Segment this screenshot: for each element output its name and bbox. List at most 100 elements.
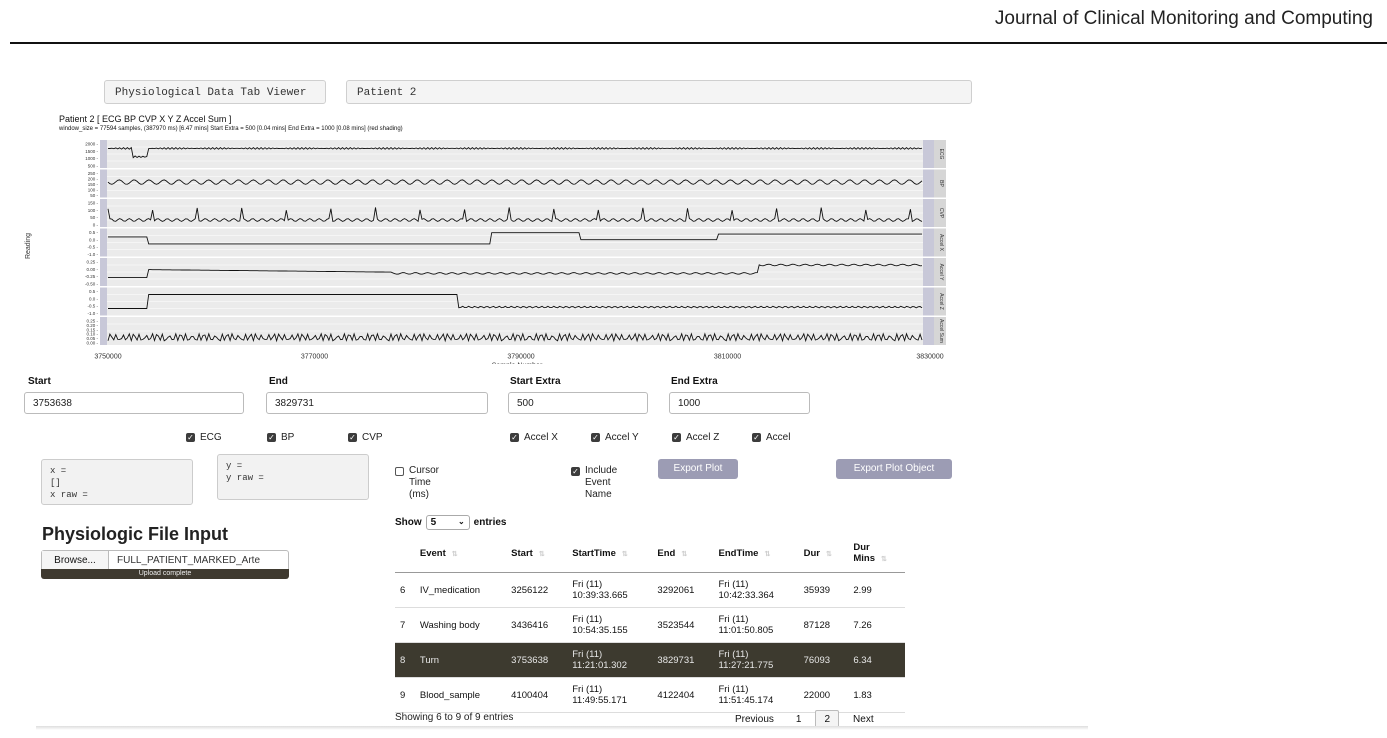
checkbox-ecg[interactable]: ✓ ECG [186,432,222,443]
checkbox-label: CVP [362,432,383,443]
file-input-heading: Physiologic File Input [42,524,229,544]
table-cell: Turn [414,642,507,678]
check-icon: ✓ [591,433,600,442]
panel-shadow [36,726,1088,730]
end-extra-shading [923,287,934,316]
table-cell: Fri (11) 11:21:01.302 [567,642,653,678]
export-plot-button[interactable]: Export Plot [658,459,738,479]
column-header[interactable]: Dur Mins ⇅ [848,534,905,573]
include-event-name-checkbox[interactable]: ✓ Include Event Name [571,465,617,501]
start-extra-shading [100,199,107,227]
y-tick-label: 2000 - [85,142,98,147]
start-extra-shading [100,258,107,286]
table-cell: 2.99 [848,572,905,608]
end-extra-shading [923,228,934,257]
app-window: Physiological Data Tab Viewer Patient 2 … [0,74,1088,738]
checkbox-accel-sum[interactable]: ✓ Accel [752,432,790,443]
table-cell: Fri (11) 10:42:33.364 [713,572,799,608]
file-name: FULL_PATIENT_MARKED_Arte [117,555,261,566]
column-header[interactable]: StartTime ⇅ [567,534,653,573]
sort-icon: ⇅ [880,556,887,563]
y-axis-label: Reading [25,233,32,259]
viewer-title-tab[interactable]: Physiological Data Tab Viewer [104,80,326,104]
y-tick-label: 0.0 - [89,296,99,301]
cursor-time-checkbox[interactable]: Cursor Time (ms) [395,465,439,501]
checkbox-label: BP [281,432,295,443]
end-extra-shading [923,258,934,286]
end-extra-label: End Extra [671,376,718,387]
y-tick-label: 0.25 - [86,260,98,265]
table-cell: 22000 [798,677,849,713]
checkbox-accel-z[interactable]: ✓ Accel Z [672,432,719,443]
table-cell: 3753638 [506,642,568,678]
check-icon: ✓ [752,433,761,442]
column-header[interactable]: Dur ⇅ [798,534,849,573]
table-row[interactable]: 8 Turn 3753638 Fri (11) 11:21:01.302 3829731… [395,642,905,678]
column-header[interactable]: EndTime ⇅ [713,534,799,573]
check-icon: ✓ [672,433,681,442]
table-cell: 7 [395,607,415,643]
end-extra-input[interactable]: 1000 [669,392,810,414]
check-icon: ✓ [571,467,580,476]
column-header[interactable]: End ⇅ [652,534,714,573]
x-tick-label: 3770000 [301,354,328,361]
strip-label: CVP [938,208,944,219]
table-cell: IV_medication [414,572,507,608]
y-tick-label: -0.5 - [87,245,98,250]
end-extra-shading [923,140,934,168]
y-tick-label: 150 - [88,182,99,187]
export-plot-object-button[interactable]: Export Plot Object [836,459,952,479]
patient-tab[interactable]: Patient 2 [346,80,972,104]
start-extra-shading [100,287,107,316]
y-tick-label: 0.00 - [86,267,98,272]
signal-plot[interactable]: ECG2000 -1500 -1000 -500 -BP250 -200 -15… [20,134,950,364]
y-tick-label: -0.25 - [85,274,99,279]
y-tick-label: 0.00 - [86,341,98,346]
start-input[interactable]: 3753638 [24,392,244,414]
y-tick-label: 100 - [88,208,99,213]
checkbox-label: Accel Z [686,432,720,443]
events-table: Event ⇅ Start ⇅ StartTime ⇅ End ⇅ EndTime ⇅ Dur ⇅ Du… [395,534,905,713]
strip-label: Accel Z [938,293,944,310]
journal-name: Journal of Clinical Monitoring and Compu… [994,8,1373,29]
table-cell: 6.34 [848,642,905,678]
table-cell: 1.83 [848,677,905,713]
y-tick-label: -1.0 - [87,311,98,316]
end-label: End [269,376,288,387]
sort-icon: ⇅ [621,550,628,558]
checkbox-bp[interactable]: ✓ BP [267,432,294,443]
check-icon: ✓ [348,433,357,442]
start-extra-shading [100,140,107,168]
checkbox-accel-y[interactable]: ✓ Accel Y [591,432,639,443]
start-extra-input[interactable]: 500 [508,392,648,414]
start-extra-label: Start Extra [510,376,561,387]
x-tick-label: 3810000 [714,354,741,361]
table-row[interactable]: 9 Blood_sample 4100404 Fri (11) 11:49:55.17… [395,677,905,713]
table-cell: 3523544 [652,607,714,643]
checkbox-cvp[interactable]: ✓ CVP [348,432,383,443]
y-tick-label: 250 - [88,171,99,176]
entries-length-select[interactable]: 5 ⌄ [425,515,470,530]
table-cell: 3292061 [652,572,714,608]
x-tick-label: 3750000 [94,354,121,361]
index-header [395,534,415,573]
end-extra-shading [923,169,934,198]
table-cell: 76093 [798,642,849,678]
column-header[interactable]: Start ⇅ [506,534,568,573]
table-cell: Fri (11) 10:54:35.155 [567,607,653,643]
checkbox-label: Accel X [524,432,558,443]
end-input[interactable]: 3829731 [266,392,488,414]
checkbox-accel-x[interactable]: ✓ Accel X [510,432,558,443]
cursor-time-label: Cursor Time (ms) [409,465,440,500]
table-info: Showing 6 to 9 of 9 entries [395,712,514,723]
show-label: Show [395,517,422,528]
end-extra-shading [923,317,934,345]
table-row[interactable]: 7 Washing body 3436416 Fri (11) 10:54:35.15… [395,607,905,643]
x-tick-label: 3830000 [916,354,943,361]
table-row[interactable]: 6 IV_medication 3256122 Fri (11) 10:39:33.6… [395,572,905,608]
browse-button[interactable]: Browse... [42,551,109,571]
table-cell: 9 [395,677,415,713]
end-extra-shading [923,199,934,227]
column-header[interactable]: Event ⇅ [414,534,507,573]
y-tick-label: 150 - [88,201,99,206]
